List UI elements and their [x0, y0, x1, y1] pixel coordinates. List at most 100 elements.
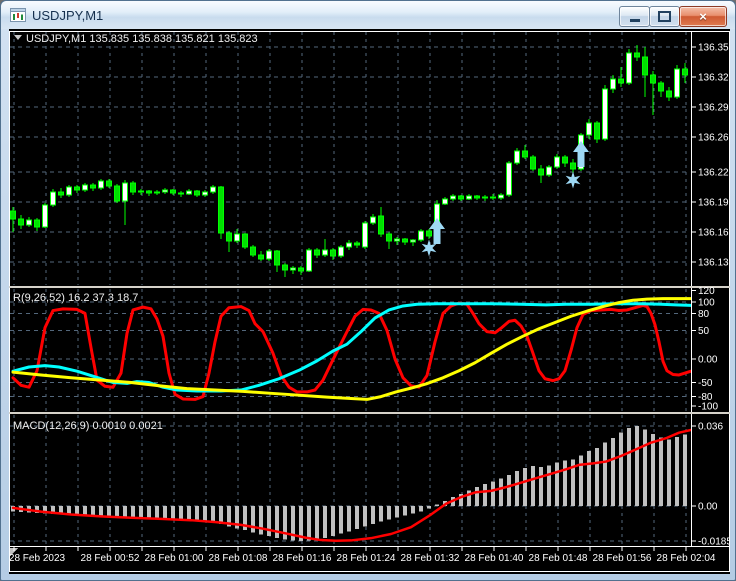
candle-body: [274, 250, 280, 266]
candle-body: [618, 78, 624, 84]
macd-histogram-bar: [403, 506, 407, 516]
candle-body: [186, 190, 192, 195]
macd-histogram-bar: [251, 506, 255, 533]
macd-histogram-bar: [187, 506, 191, 520]
candle-body: [642, 56, 648, 76]
panel-separator-2: [9, 412, 730, 414]
candle-body: [26, 219, 32, 226]
macd-histogram-bar: [363, 506, 367, 527]
candle-body: [162, 189, 168, 193]
axis-tick-label: 136.350: [698, 43, 730, 54]
candle-body: [522, 150, 528, 158]
candle-body: [250, 246, 256, 256]
candle-body: [418, 230, 424, 241]
candle-body: [594, 122, 600, 140]
time-axis-label: 28 Feb 02:04: [657, 553, 716, 564]
time-axis-label: 28 Feb 2023: [9, 553, 66, 564]
macd-histogram-bar: [155, 506, 159, 519]
macd-histogram-bar: [595, 447, 599, 506]
axis-tick-label: 50: [698, 326, 710, 337]
time-axis-label: 28 Feb 01:08: [209, 553, 268, 564]
macd-histogram-bar: [675, 437, 679, 506]
macd-histogram-bar: [195, 506, 199, 521]
axis-tick-label: 136.320: [698, 73, 730, 84]
candle-body: [234, 233, 240, 242]
minimize-button[interactable]: [619, 6, 650, 27]
axis-tick-label: 136.195: [698, 198, 730, 209]
candle-body: [42, 204, 48, 228]
close-button[interactable]: ×: [679, 6, 727, 27]
axis-tick-label: 0.00: [698, 355, 718, 366]
candle-body: [442, 198, 448, 205]
macd-histogram-bar: [355, 506, 359, 530]
candle-body: [146, 190, 152, 194]
macd-histogram-bar: [587, 450, 591, 506]
candle-body: [202, 191, 208, 196]
candle-body: [426, 230, 432, 237]
candle-body: [314, 249, 320, 256]
maximize-button[interactable]: [649, 6, 680, 27]
macd-histogram-bar: [635, 426, 639, 506]
macd-histogram-bar: [483, 484, 487, 506]
candle-body: [514, 150, 520, 164]
macd-histogram-bar: [667, 439, 671, 506]
candle-body: [154, 191, 160, 194]
candle-body: [130, 182, 136, 193]
candle-body: [506, 162, 512, 196]
candle-body: [538, 168, 544, 176]
time-axis-label: 28 Feb 01:48: [529, 553, 588, 564]
time-axis-label: 28 Feb 01:24: [337, 553, 396, 564]
time-axis-label: 28 Feb 01:40: [465, 553, 524, 564]
candle-body: [114, 185, 120, 202]
candle-body: [98, 180, 104, 189]
macd-histogram-bar: [427, 506, 431, 509]
candle-body: [338, 246, 344, 257]
macd-histogram-bar: [499, 478, 503, 506]
macd-histogram-bar: [475, 487, 479, 506]
candle-body: [546, 166, 552, 176]
maximize-icon: [658, 11, 671, 22]
candle-body: [370, 216, 376, 224]
candle-body: [386, 233, 392, 242]
candle-body: [498, 194, 504, 199]
candle-body: [74, 186, 80, 191]
candle-body: [610, 78, 616, 90]
candle-body: [82, 184, 88, 191]
axis-tick-label: 136.135: [698, 258, 730, 269]
candle-body: [34, 219, 40, 228]
candle-body: [106, 180, 112, 187]
candle-body: [530, 156, 536, 170]
candle-body: [570, 162, 576, 170]
candle-body: [58, 191, 64, 196]
macd-histogram-bar: [307, 506, 311, 541]
axis-tick-label: 136.165: [698, 228, 730, 239]
macd-histogram-bar: [547, 465, 551, 506]
macd-histogram-bar: [395, 506, 399, 518]
macd-histogram-bar: [563, 460, 567, 506]
candle-body: [226, 232, 232, 242]
chart-window-icon[interactable]: [10, 7, 26, 23]
candle-body: [266, 250, 272, 260]
candle-body: [362, 222, 368, 248]
minimize-icon: [629, 19, 640, 22]
macd-histogram-bar: [515, 470, 519, 506]
macd-histogram-bar: [131, 506, 135, 518]
macd-histogram-bar: [419, 506, 423, 512]
candle-body: [282, 264, 288, 271]
macd-histogram-bar: [379, 506, 383, 522]
chart-info-label: USDJPY,M1 135.835 135.838 135.821 135.82…: [26, 33, 258, 45]
macd-histogram-bar: [99, 506, 103, 517]
macd-histogram-bar: [619, 432, 623, 506]
time-axis-label: 28 Feb 01:32: [401, 553, 460, 564]
axis-tick-label: -100: [698, 402, 718, 413]
chart-canvas[interactable]: 136.350 136.320 136.290 136.260 136.225 136.1…: [9, 29, 730, 574]
candle-body: [658, 82, 664, 92]
axis-tick-label: 136.225: [698, 168, 730, 179]
axis-tick-label: 0.00: [698, 502, 718, 513]
candle-body: [626, 52, 632, 84]
title-bar[interactable]: USDJPY,M1 ×: [1, 1, 735, 29]
candle-body: [466, 195, 472, 200]
macd-histogram-bar: [507, 474, 511, 506]
candle-body: [674, 68, 680, 98]
candle-body: [122, 182, 128, 202]
